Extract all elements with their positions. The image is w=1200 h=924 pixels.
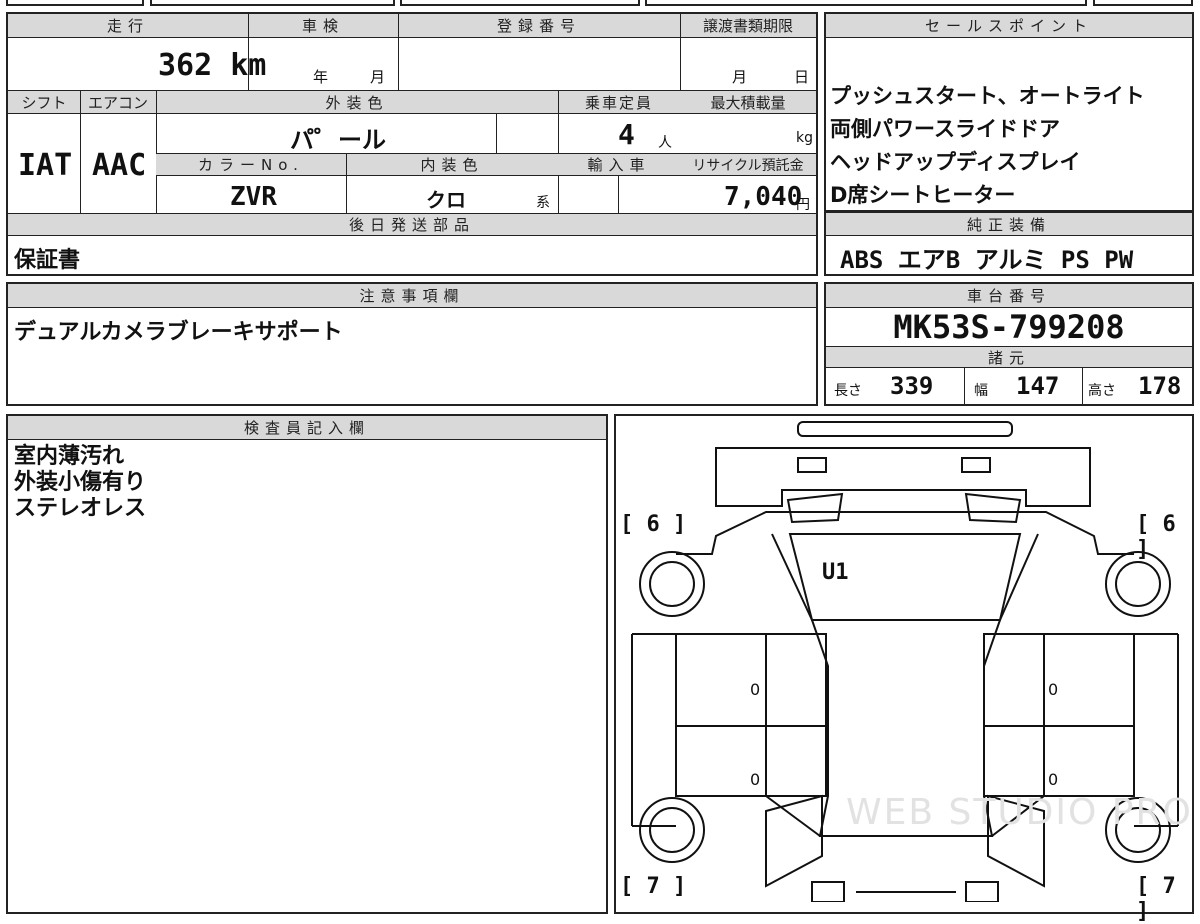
chassis-label: 車台番号 [826, 284, 1192, 308]
inspector-note-line: ステレオレス [14, 496, 147, 521]
max-load-label: 最大積載量 [680, 91, 816, 114]
sales-points-label: セールスポイント [826, 14, 1192, 38]
inspector-notes: 室内薄汚れ 外装小傷有り ステレオレス [14, 444, 146, 522]
capacity-value: 4 [618, 118, 635, 151]
interior-suffix: 系 [536, 195, 550, 211]
inspection-label: 車検 [248, 14, 398, 38]
notes-label: 注意事項欄 [8, 284, 816, 308]
specs-label: 諸元 [826, 346, 1192, 368]
sales-point-item: 両側パワースライドドア [830, 117, 1060, 141]
mileage-label: 走行 [8, 14, 248, 38]
aircon-label: エアコン [80, 91, 156, 114]
capacity-label: 乗車定員 [558, 91, 680, 114]
inspector-box: 検査員記入欄 室内薄汚れ 外装小傷有り ステレオレス [6, 414, 608, 914]
sales-point-item: D席シートヒーター [830, 183, 1016, 207]
registration-label: 登録番号 [398, 14, 680, 38]
vehicle-info-table: 走行 車検 登録番号 譲渡書類期限 362 km 年 月 月 日 シフト エアコ… [6, 12, 818, 276]
equipment-label: 純正装備 [826, 212, 1192, 236]
length-value: 339 [890, 372, 934, 400]
watermark: WEB STUDIO PRO [846, 792, 1193, 833]
interior-color-value: クロ [426, 188, 466, 212]
sales-points-list: プッシュスタート、オートライト 両側パワースライドドア ヘッドアップディスプレイ… [830, 80, 1145, 212]
sales-points-box: セールスポイント プッシュスタート、オートライト 両側パワースライドドア ヘッド… [824, 12, 1194, 212]
import-label: 輸入車 [558, 154, 680, 176]
interior-color-label: 内装色 [346, 154, 558, 176]
color-no-label: カラーNo. [156, 154, 346, 176]
door-mark-front-right: 0 [1048, 680, 1059, 699]
car-diagram-box: [ 6 ] [ 6 ] [ 7 ] [ 7 ] U1 0 0 0 0 WEB S… [614, 414, 1194, 924]
length-label: 長さ [834, 383, 862, 399]
transfer-month-unit: 月 [732, 68, 748, 86]
chassis-number: MK53S-799208 [893, 308, 1125, 346]
recycle-unit: 円 [796, 197, 810, 213]
height-value: 178 [1138, 372, 1182, 400]
aircon-value: AAC [92, 148, 147, 183]
later-parts-label: 後日発送部品 [8, 214, 816, 236]
chassis-box: 車台番号 MK53S-799208 諸元 長さ 339 幅 147 高さ 178 [824, 282, 1194, 406]
door-mark-rear-left: 0 [750, 770, 761, 789]
notes-value: デュアルカメラブレーキサポート [14, 320, 343, 345]
width-label: 幅 [974, 383, 988, 399]
inspector-label: 検査員記入欄 [8, 416, 606, 440]
inspector-note-line: 外装小傷有り [14, 470, 147, 495]
color-no-value: ZVR [230, 182, 277, 212]
shift-value: IAT [18, 148, 73, 183]
door-mark-rear-right: 0 [1048, 770, 1059, 789]
width-value: 147 [1016, 372, 1060, 400]
tire-front-right-mark: [ 6 ] [1136, 512, 1176, 562]
max-load-unit: kg [796, 130, 813, 146]
transfer-deadline-label: 譲渡書類期限 [680, 14, 816, 38]
sales-point-item: プッシュスタート、オートライト [830, 84, 1145, 108]
equipment-box: 純正装備 ABS エアB アルミ PS PW [824, 212, 1194, 276]
height-label: 高さ [1088, 383, 1116, 399]
later-parts-value: 保証書 [14, 248, 81, 273]
tire-rear-right-mark: [ 7 ] [1136, 874, 1176, 924]
recycle-fee-value: 7,040 [724, 182, 803, 212]
door-mark-front-left: 0 [750, 680, 761, 699]
inspection-month-unit: 月 [370, 68, 386, 86]
exterior-color-label: 外装色 [156, 91, 558, 114]
tire-rear-left-mark: [ 7 ] [620, 874, 687, 899]
tire-front-left-mark: [ 6 ] [620, 512, 687, 537]
recycle-label: リサイクル預託金 [680, 154, 816, 176]
inspection-year-unit: 年 [313, 68, 329, 86]
equipment-value: ABS エアB アルミ PS PW [840, 246, 1134, 274]
inspector-note-line: 室内薄汚れ [14, 444, 125, 469]
notes-box: 注意事項欄 デュアルカメラブレーキサポート [6, 282, 818, 406]
shift-label: シフト [8, 91, 80, 114]
windshield-damage-mark: U1 [822, 560, 849, 585]
sales-point-item: ヘッドアップディスプレイ [830, 150, 1081, 174]
mileage-value: 362 km [158, 48, 267, 83]
capacity-unit: 人 [658, 135, 672, 151]
transfer-day-unit: 日 [794, 68, 810, 86]
exterior-color-value: パ゜ール [290, 126, 386, 154]
